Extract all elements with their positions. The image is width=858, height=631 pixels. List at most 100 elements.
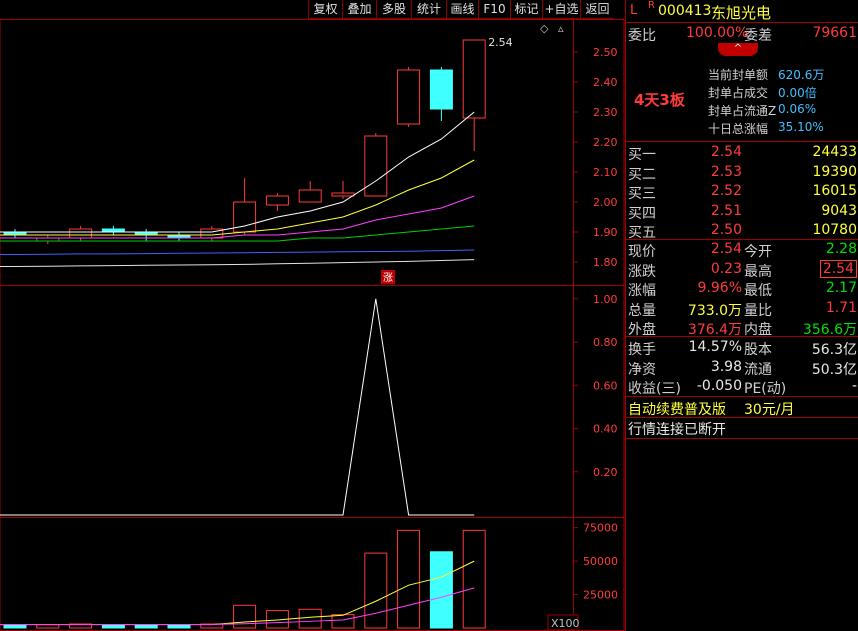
- ma-line-4: [0, 249, 475, 255]
- kline-chart-area[interactable]: 2.50 2.40 2.30 2.20 2.10 2.00 1.90 1.80 2.54 涨 ◇ ▵ 1…: [0, 0, 625, 631]
- seal-row-label: 封单占成交: [708, 86, 769, 100]
- seal-row-label: 十日总涨幅: [708, 122, 769, 136]
- volume-bar: [462, 529, 486, 629]
- fund-row: 净资 3.98 流通 50.3亿: [626, 357, 858, 378]
- volume-bar: [3, 624, 27, 629]
- charts-svg[interactable]: 2.50 2.40 2.30 2.20 2.10 2.00 1.90 1.80 2.54 涨 ◇ ▵ 1…: [0, 0, 625, 631]
- toolbar-button-7[interactable]: +自选: [542, 0, 580, 18]
- quote-row: 涨幅 9.96% 最低 2.17: [626, 278, 858, 299]
- weibi-label: 委比: [628, 28, 656, 44]
- candle-body: [462, 39, 486, 119]
- toolbar-button-1[interactable]: 叠加: [342, 0, 376, 18]
- bid-volume: 16015: [812, 183, 857, 199]
- fund-value: -0.050: [696, 378, 742, 394]
- y-tick-label: 25000: [583, 589, 618, 602]
- ma-line-5: [0, 259, 475, 267]
- vol-unit-label: X100: [551, 617, 580, 630]
- y-tick-label: 1.00: [593, 293, 618, 306]
- y-tick-label: 50000: [583, 555, 618, 568]
- seal-row-value: 620.6万: [778, 68, 825, 82]
- bid-row[interactable]: 买五 2.50 10780: [626, 220, 858, 241]
- candle-body: [69, 228, 93, 239]
- chart-frame: [0, 19, 625, 631]
- seal-row: 封单占流通Z 0.06%: [626, 100, 858, 118]
- volume-bar: [429, 551, 453, 629]
- toolbar-button-5[interactable]: F10: [478, 0, 510, 18]
- quote-value-2: 2.28: [825, 241, 857, 257]
- volume-bar: [331, 614, 355, 629]
- candle-body: [265, 195, 289, 206]
- seal-row-value: 0.00倍: [778, 86, 817, 100]
- quote-row: 现价 2.54 今开 2.28: [626, 239, 858, 260]
- seal-row-label: 当前封单额: [708, 68, 769, 82]
- toolbar-button-3[interactable]: 统计: [411, 0, 446, 18]
- high-price-label: 2.54: [488, 36, 513, 49]
- candle-body: [298, 189, 322, 203]
- toolbar-button-6[interactable]: 标记: [510, 0, 542, 18]
- volume-bar: [36, 624, 60, 629]
- volume-bar: [101, 624, 125, 629]
- quote-row: 总量 733.0万 量比 1.71: [626, 298, 858, 319]
- fund-value: 3.98: [710, 358, 742, 375]
- toolbar-button-4[interactable]: 画线: [446, 0, 478, 18]
- quote-value-2: 2.17: [825, 280, 857, 296]
- bid-row[interactable]: 买四 2.51 9043: [626, 201, 858, 222]
- status-row: 行情连接已断开: [626, 417, 858, 438]
- toolbar-button-8[interactable]: 返回: [580, 0, 614, 18]
- volume-bar: [364, 552, 388, 629]
- candle-body: [429, 69, 453, 110]
- bid-row[interactable]: 买一 2.54 24433: [626, 142, 858, 163]
- bid-price: 2.52: [710, 183, 742, 199]
- y-tick-label: 2.10: [593, 166, 618, 179]
- y-tick-label: 1.80: [593, 256, 618, 269]
- fund-value-2: -: [851, 378, 857, 394]
- quote-row: 涨跌 0.23 最高 2.54: [626, 259, 858, 280]
- stock-code: 000413: [658, 3, 712, 19]
- seal-row: 十日总涨幅 35.10%: [626, 118, 858, 136]
- quote-value: 0.23: [710, 260, 742, 277]
- bid-price: 2.54: [710, 144, 742, 160]
- weicha-label: 委差: [744, 28, 772, 44]
- toolbar-button-0[interactable]: 复权: [308, 0, 342, 18]
- promo-price[interactable]: 30元/月: [744, 399, 795, 419]
- volume-bar: [397, 529, 421, 629]
- seal-row-label: 封单占流通Z: [708, 104, 777, 118]
- bid-row[interactable]: 买三 2.52 16015: [626, 181, 858, 202]
- collapse-icon[interactable]: ^: [718, 43, 758, 56]
- quote-row: 外盘 376.4万 内盘 356.6万: [626, 317, 858, 338]
- quote-panel: L R 000413 东旭光电 委比 100.00% 委差 79661 ^ 4天…: [625, 0, 858, 631]
- y-tick-label: 0.60: [593, 379, 618, 392]
- bid-volume: 10780: [812, 222, 857, 238]
- y-tick-label: 1.90: [593, 226, 618, 239]
- fund-label-2: PE(动): [744, 381, 787, 397]
- bid-row[interactable]: 买二 2.53 19390: [626, 162, 858, 183]
- y-tick-label: 2.30: [593, 106, 618, 119]
- bid-price: 2.53: [710, 163, 742, 180]
- quote-value: 2.54: [710, 241, 742, 257]
- bid-price: 2.50: [710, 222, 742, 238]
- y-tick-label: 2.20: [593, 136, 618, 149]
- triangle-icon: ▵: [558, 22, 564, 35]
- y-tick-label: 75000: [583, 522, 618, 535]
- connection-status: 行情连接已断开: [628, 422, 726, 438]
- weibi-row: 委比 100.00% 委差 79661: [626, 23, 858, 44]
- fund-value: 14.57%: [688, 339, 742, 355]
- quote-value-2: 2.54: [819, 259, 857, 278]
- y-tick-label: 2.40: [593, 76, 618, 89]
- y-tick-label: 2.50: [593, 46, 618, 59]
- toolbar-button-2[interactable]: 多股: [376, 0, 411, 18]
- toolbar: 复权 叠加 多股 统计 画线 F10 标记 +自选 返回: [308, 0, 614, 19]
- promo-row[interactable]: 自动续费普及版 30元/月: [626, 397, 858, 419]
- fund-row: 换手 14.57% 股本 56.3亿: [626, 337, 858, 358]
- flag-l: L: [630, 3, 638, 18]
- y-tick-label: 0.20: [593, 466, 618, 479]
- fund-row: 收益(三) -0.050 PE(动) -: [626, 376, 858, 397]
- limit-up-label: 涨: [383, 272, 393, 284]
- seal-row-value: 35.10%: [778, 120, 824, 134]
- seal-row: 当前封单额 620.6万: [626, 64, 858, 82]
- volume-bar: [134, 624, 158, 629]
- bid-volume: 9043: [821, 202, 857, 219]
- indicator-line: [0, 298, 475, 516]
- quote-value: 9.96%: [697, 280, 742, 296]
- promo-text[interactable]: 自动续费普及版: [628, 399, 726, 419]
